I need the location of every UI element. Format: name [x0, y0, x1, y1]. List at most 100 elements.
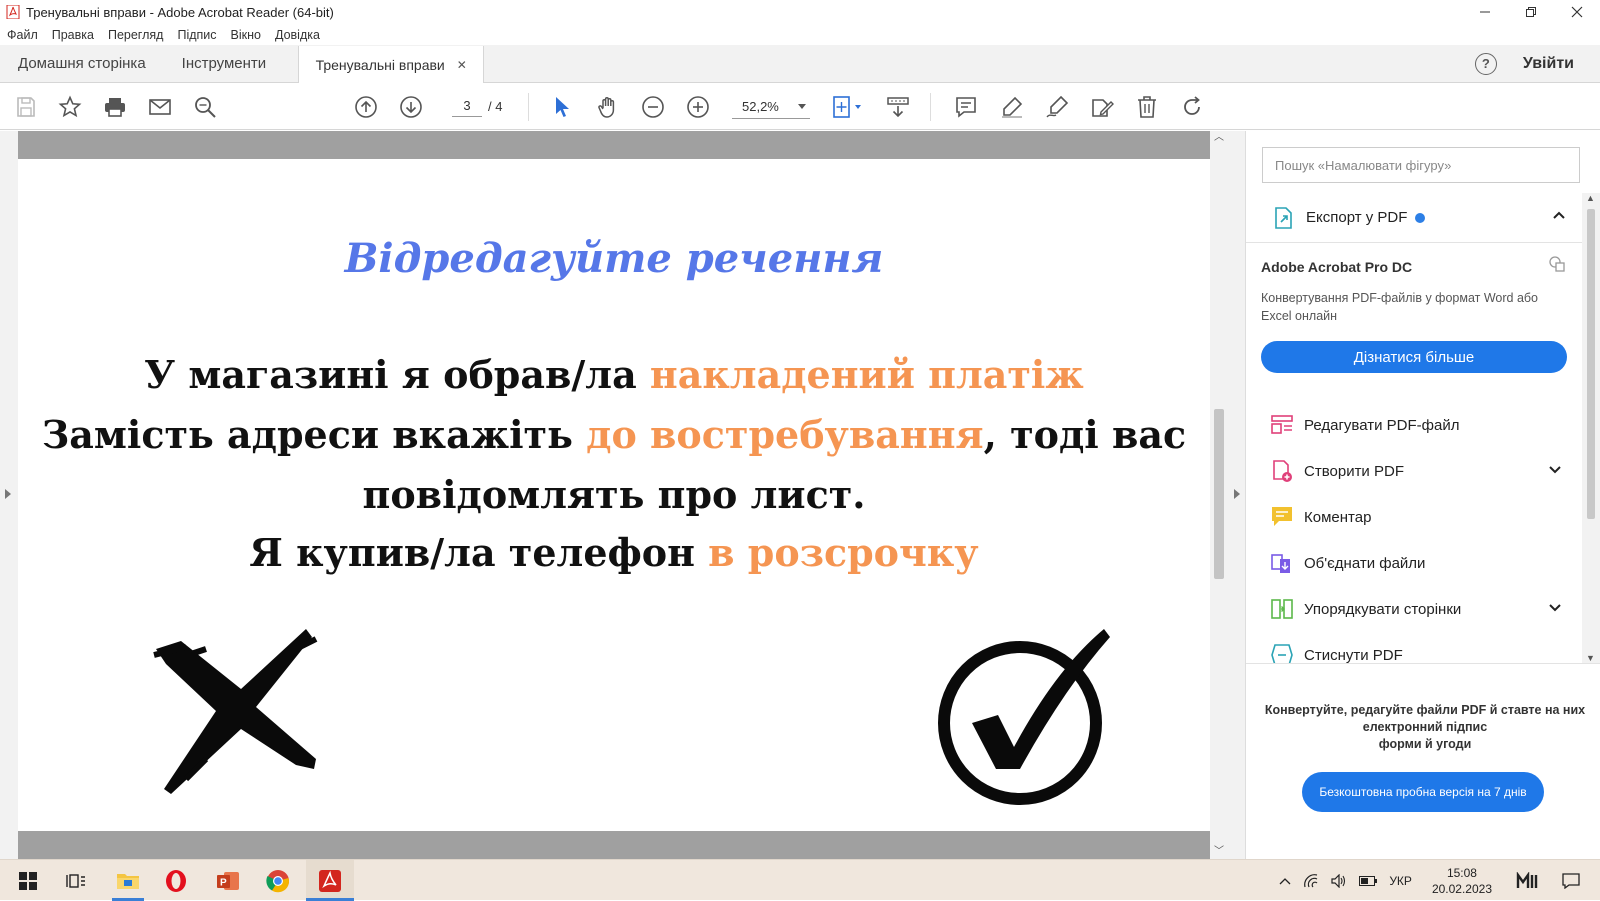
left-panel-toggle[interactable] — [0, 131, 18, 859]
start-button[interactable] — [4, 860, 52, 901]
tools-search-input[interactable]: Пошук «Намалювати фігуру» — [1262, 147, 1580, 183]
file-explorer-taskbar[interactable] — [104, 860, 152, 901]
rotate-icon — [1184, 96, 1200, 115]
chevron-down-icon[interactable] — [1548, 601, 1562, 615]
create-pdf-icon — [1273, 460, 1292, 482]
pen-sign-icon — [1046, 95, 1069, 118]
sentence-1-highlight: накладений платіж — [649, 352, 1084, 397]
hand-tool-button[interactable] — [594, 93, 622, 121]
bookmark-button[interactable] — [56, 93, 84, 121]
toolbar: / 4 52,2% — [0, 83, 1600, 130]
scroll-down-icon[interactable]: ﹀ — [1214, 847, 1224, 857]
free-trial-button[interactable]: Безкоштовна пробна версія на 7 днів — [1302, 772, 1544, 812]
show-hidden-icons[interactable] — [1279, 877, 1291, 885]
scroll-mode-button[interactable] — [884, 93, 912, 121]
print-button[interactable] — [101, 93, 129, 121]
sentence-2-text: Замість адреси вкажіть — [41, 412, 587, 457]
menu-view[interactable]: Перегляд — [108, 28, 163, 42]
scroll-up-icon[interactable]: ▲ — [1586, 193, 1595, 203]
tool-edit-pdf[interactable]: Редагувати PDF-файл — [1270, 407, 1570, 443]
opera-icon — [166, 869, 186, 892]
minimize-button[interactable] — [1462, 0, 1508, 24]
scrollbar-thumb[interactable] — [1587, 209, 1595, 519]
learn-more-button[interactable]: Дізнатися більше — [1261, 341, 1567, 373]
tool-compress-pdf[interactable]: Стиснути PDF — [1270, 637, 1570, 663]
email-button[interactable] — [146, 93, 174, 121]
tool-combine-files[interactable]: Об'єднати файли — [1270, 545, 1570, 581]
tools-scrollbar[interactable]: ▲ ▼ — [1582, 193, 1600, 663]
minimize-icon — [1480, 11, 1490, 13]
clock[interactable]: 15:08 20.02.2023 — [1432, 865, 1492, 897]
next-page-button[interactable] — [397, 93, 425, 121]
language-indicator[interactable]: УКР — [1389, 874, 1412, 888]
restore-icon — [1526, 7, 1536, 17]
document-scrollbar[interactable]: ︿ ﹀ — [1210, 131, 1228, 859]
zoom-out-button[interactable] — [639, 93, 667, 121]
tab-document[interactable]: Тренувальні вправи ✕ — [298, 46, 485, 83]
tool-organize-pages[interactable]: Упорядкувати сторінки — [1270, 591, 1570, 627]
cursor-icon — [556, 97, 569, 117]
tab-tools[interactable]: Інструменти — [164, 45, 285, 82]
menu-file[interactable]: Файл — [7, 28, 38, 42]
delete-button[interactable] — [1133, 93, 1161, 121]
fill-sign-button[interactable] — [1088, 93, 1116, 121]
tool-comment[interactable]: Коментар — [1270, 499, 1570, 535]
chrome-taskbar[interactable] — [254, 860, 302, 901]
acrobat-taskbar[interactable] — [306, 860, 354, 901]
battery-icon[interactable] — [1359, 875, 1378, 886]
menu-sign[interactable]: Підпис — [177, 28, 216, 42]
chevron-up-icon[interactable] — [1552, 208, 1566, 222]
zoom-dropdown[interactable]: 52,2% — [732, 95, 810, 119]
chevron-down-icon[interactable] — [1548, 463, 1562, 477]
toolbar-divider — [528, 93, 529, 121]
sign-button[interactable] — [1043, 93, 1071, 121]
scroll-up-icon[interactable]: ︿ — [1214, 133, 1224, 143]
opera-taskbar[interactable] — [152, 860, 200, 901]
highlight-button[interactable] — [998, 93, 1026, 121]
tab-home[interactable]: Домашня сторінка — [0, 45, 164, 82]
scrollbar-thumb[interactable] — [1214, 409, 1224, 579]
copy-icon[interactable] — [1548, 255, 1566, 273]
tool-label: Об'єднати файли — [1304, 554, 1426, 572]
notifications-icon[interactable] — [1562, 872, 1580, 889]
scroll-down-icon[interactable]: ▼ — [1586, 653, 1595, 663]
edit-document-icon — [1092, 99, 1114, 117]
powerpoint-taskbar[interactable]: P — [204, 860, 252, 901]
chevron-up-icon — [1279, 877, 1291, 884]
page-fit-button[interactable] — [828, 93, 866, 121]
find-button[interactable] — [191, 93, 219, 121]
export-pdf-header[interactable]: Експорт у PDF — [1246, 193, 1582, 243]
comment-button[interactable] — [952, 93, 980, 121]
meet-now-icon[interactable] — [1516, 871, 1540, 890]
select-tool-button[interactable] — [548, 93, 576, 121]
menu-edit[interactable]: Правка — [52, 28, 94, 42]
help-icon[interactable]: ? — [1474, 52, 1497, 75]
acrobat-icon — [319, 869, 341, 892]
volume-icon[interactable] — [1331, 873, 1347, 888]
sentence-2-highlight: до востребування — [586, 412, 984, 457]
network-icon[interactable] — [1303, 873, 1319, 888]
close-window-button[interactable] — [1554, 0, 1600, 24]
acrobat-app-icon — [6, 5, 20, 19]
document-viewport[interactable]: Відредагуйте речення У магазині я обрав/… — [18, 131, 1210, 859]
menu-window[interactable]: Вікно — [231, 28, 261, 42]
sentence-2-tail: , тоді вас — [983, 412, 1187, 457]
sign-in-button[interactable]: Увійти — [1523, 55, 1574, 73]
menu-help[interactable]: Довідка — [275, 28, 320, 42]
sentence-1-text: У магазині я обрав/ла — [144, 352, 650, 397]
tool-create-pdf[interactable]: Створити PDF — [1270, 453, 1570, 489]
pdf-page: Відредагуйте речення У магазині я обрав/… — [18, 159, 1210, 831]
previous-page-button[interactable] — [352, 93, 380, 121]
mail-icon — [149, 99, 171, 115]
zoom-in-button[interactable] — [684, 93, 712, 121]
sentence-1: У магазині я обрав/ла накладений платіж — [18, 352, 1210, 397]
close-tab-icon[interactable]: ✕ — [457, 58, 467, 72]
save-button[interactable] — [12, 93, 40, 121]
task-view-button[interactable] — [52, 860, 100, 901]
restore-button[interactable] — [1508, 0, 1554, 24]
minus-circle-icon — [642, 96, 664, 118]
zoom-value: 52,2% — [742, 99, 779, 114]
page-number-input[interactable] — [452, 95, 482, 117]
right-panel-toggle[interactable] — [1228, 131, 1246, 859]
rotate-button[interactable] — [1178, 93, 1206, 121]
